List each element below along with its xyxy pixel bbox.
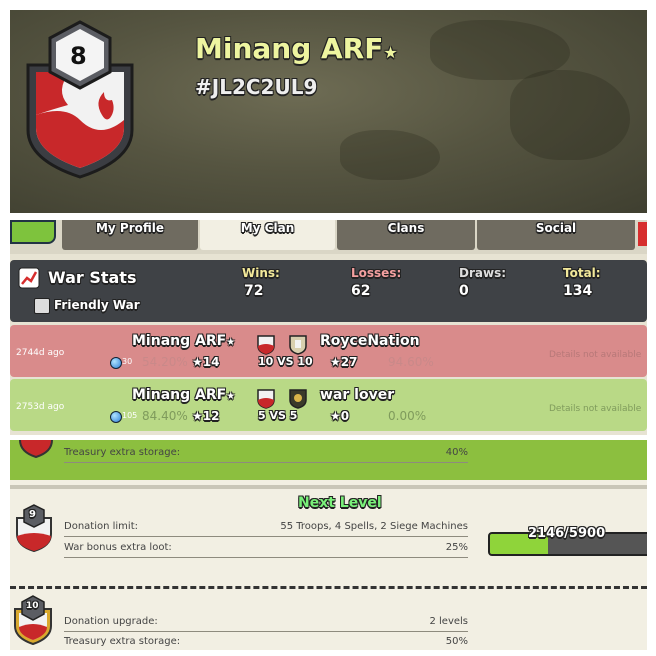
tab-social[interactable]: Social [477,220,635,250]
star-icon: ★ [192,409,203,423]
clan-xp-orb-icon [110,411,122,423]
war-clan-name-text: Minang ARF [132,333,227,349]
perk-value: 50% [445,636,468,647]
perk-value: 55 Troops, 4 Spells, 2 Siege Machines [280,521,468,532]
war-age: 2744d ago [16,348,65,358]
war-score: 5 VS 5 [258,409,298,422]
war-clan-stars: ★12 [192,409,219,423]
war-clan-level: 30 [122,357,133,366]
total-value: 134 [563,283,593,299]
star-icon: ★ [330,409,341,423]
perk-row-treasury-next: Treasury extra storage: 50% [64,633,468,650]
clan-xp-text: 2146/5900 [528,526,606,541]
perk-row-war-bonus: War bonus extra loot: 25% [64,539,468,558]
war-clan-destruction: 84.40% [142,409,188,423]
clan-tag: #JL2C2UL9 [195,75,318,99]
clan-star-icon: ★ [383,43,398,62]
war-log-panel: My Profile My Clan Clans Social War Stat… [10,220,647,435]
total-label: Total: [563,266,601,280]
tab-label: My Profile [95,221,165,235]
wins-value: 72 [244,283,264,299]
war-opponent-destruction: 0.00% [388,409,427,423]
war-stats-bar: War Stats Friendly War Wins: 72 Losses: … [10,260,647,322]
war-score: 10 VS 10 [258,355,313,368]
war-clan-name: Minang ARF★ [132,387,235,403]
draws-value: 0 [459,283,469,299]
war-clan-destruction: 54.20% [142,355,188,369]
map-landmass [340,130,440,180]
back-button[interactable] [10,220,56,244]
close-button[interactable] [638,222,647,246]
perk-value: 25% [445,542,468,553]
perk-label: Donation limit: [64,521,138,532]
war-clan-stars-count: 14 [202,355,220,369]
war-details-note: Details not available [549,350,642,360]
war-opponent-stars-count: 0 [340,409,350,423]
draws-label: Draws: [459,266,507,280]
war-age: 2753d ago [16,402,65,412]
war-opponent-stars-count: 27 [340,355,358,369]
perk-label: War bonus extra loot: [64,542,172,553]
tab-label: Social [535,221,577,235]
war-stats-title: War Stats [48,268,137,287]
war-opponent-name: war lover [320,387,395,403]
clan-header: 8 Minang ARF★ #JL2C2UL9 [10,10,647,213]
opponent-badge-icon [289,389,307,409]
clan-perks-panel: Treasury extra storage: 40% Next Level 9… [10,440,647,650]
war-clan-name-text: Minang ARF [132,387,227,403]
next-level-title: Next Level [298,495,382,511]
perk-value: 2 levels [429,616,468,627]
tab-label: My Clan [240,221,295,235]
war-log-entry[interactable]: 2753d ago Minang ARF★ war lover 105 84.4… [10,379,647,431]
wins-label: Wins: [242,266,280,280]
perk-value: 40% [445,447,468,458]
clan-level-number: 8 [70,42,87,70]
war-clan-level: 105 [122,411,138,420]
perk-row-donation-limit: Donation limit: 55 Troops, 4 Spells, 2 S… [64,518,468,537]
perk-label: Donation upgrade: [64,616,158,627]
tab-clans[interactable]: Clans [337,220,475,250]
tab-my-clan[interactable]: My Clan [200,220,335,250]
clan-level-10-number: 10 [26,601,39,611]
war-opponent-stars: ★27 [330,355,357,369]
war-clan-stars-count: 12 [202,409,220,423]
friendly-war-checkbox[interactable] [34,298,50,314]
friendly-war-label: Friendly War [54,298,140,312]
level-divider [10,586,647,589]
tab-my-profile[interactable]: My Profile [62,220,198,250]
perk-row-donation-upgrade: Donation upgrade: 2 levels [64,613,468,632]
war-clan-stars: ★14 [192,355,219,369]
star-icon: ★ [226,337,236,348]
clan-badge-icon [257,335,275,355]
star-icon: ★ [226,391,236,402]
clan-badge-icon [19,440,53,458]
losses-label: Losses: [351,266,402,280]
war-log-entry[interactable]: 2744d ago Minang ARF★ RoyceNation 30 54.… [10,325,647,377]
clan-xp-orb-icon [110,357,122,369]
clan-name: Minang ARF★ [195,32,398,65]
war-details-note: Details not available [549,404,642,414]
perk-label: Treasury extra storage: [64,636,181,647]
tab-label: Clans [387,221,425,235]
clan-name-text: Minang ARF [195,32,384,65]
war-opponent-stars: ★0 [330,409,349,423]
clan-level-9-number: 9 [29,509,36,520]
perk-row-treasury: Treasury extra storage: 40% [64,444,468,463]
perk-label: Treasury extra storage: [64,447,181,458]
star-icon: ★ [192,355,203,369]
chart-icon [18,267,40,289]
divider [10,485,647,489]
opponent-badge-icon [289,335,307,355]
map-landmass [510,70,630,160]
clan-badge-icon [257,389,275,409]
war-opponent-name: RoyceNation [320,333,420,349]
star-icon: ★ [330,355,341,369]
losses-value: 62 [351,283,371,299]
war-clan-name: Minang ARF★ [132,333,235,349]
war-opponent-destruction: 94.60% [388,355,434,369]
